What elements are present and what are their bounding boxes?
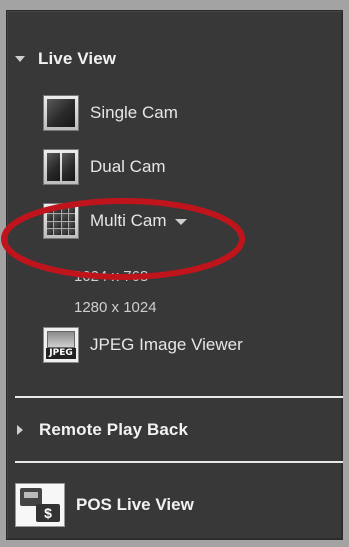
- remote-play-back-label: Remote Play Back: [39, 420, 189, 439]
- single-cam-label: Single Cam: [90, 103, 178, 122]
- pos-live-view-item[interactable]: $ POS Live View: [15, 483, 194, 527]
- chevron-down-icon[interactable]: [174, 219, 187, 225]
- jpeg-image-viewer-item[interactable]: JPEG JPEG Image Viewer: [43, 327, 243, 363]
- cash-register-icon: $: [15, 483, 65, 527]
- jpeg-image-viewer-label: JPEG Image Viewer: [90, 335, 243, 354]
- pos-live-view-label: POS Live View: [76, 495, 194, 514]
- resolution-option-1280x1024[interactable]: 1280 x 1024: [74, 299, 157, 316]
- dual-cam-label: Dual Cam: [90, 157, 166, 176]
- navigation-panel: Live View Single Cam Dual Cam Multi Cam …: [6, 10, 343, 540]
- dual-cam-item[interactable]: Dual Cam: [43, 149, 166, 185]
- divider: [15, 396, 343, 398]
- single-camera-icon: [43, 95, 79, 131]
- remote-play-back-header[interactable]: Remote Play Back: [15, 418, 188, 442]
- collapse-triangle-icon: [15, 56, 25, 62]
- window-frame: Live View Single Cam Dual Cam Multi Cam …: [0, 0, 349, 547]
- single-cam-item[interactable]: Single Cam: [43, 95, 178, 131]
- live-view-header-label: Live View: [38, 49, 117, 68]
- multi-cam-item[interactable]: Multi Cam: [43, 203, 187, 239]
- multi-cam-label: Multi Cam: [90, 211, 167, 230]
- expand-triangle-icon: [17, 425, 23, 435]
- multi-camera-icon: [43, 203, 79, 239]
- jpeg-icon: JPEG: [43, 327, 79, 363]
- resolution-option-1024x768[interactable]: 1024 x 768: [74, 268, 148, 285]
- dual-camera-icon: [43, 149, 79, 185]
- live-view-header[interactable]: Live View: [15, 47, 116, 71]
- divider: [15, 461, 343, 463]
